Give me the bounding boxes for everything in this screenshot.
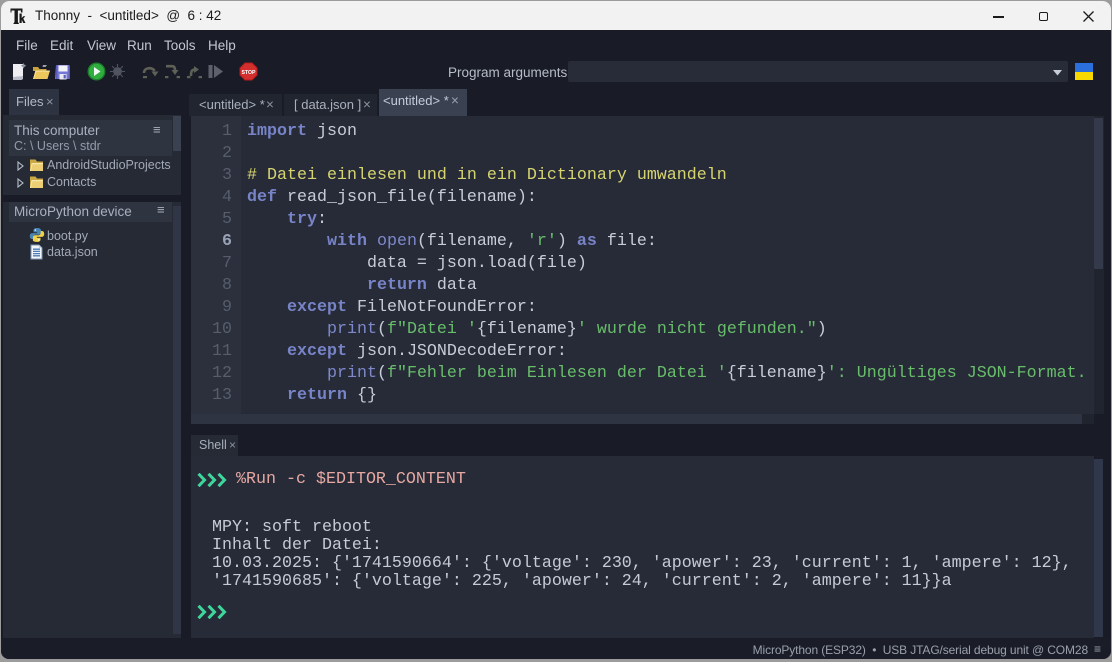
- svg-text:STOP: STOP: [241, 70, 256, 76]
